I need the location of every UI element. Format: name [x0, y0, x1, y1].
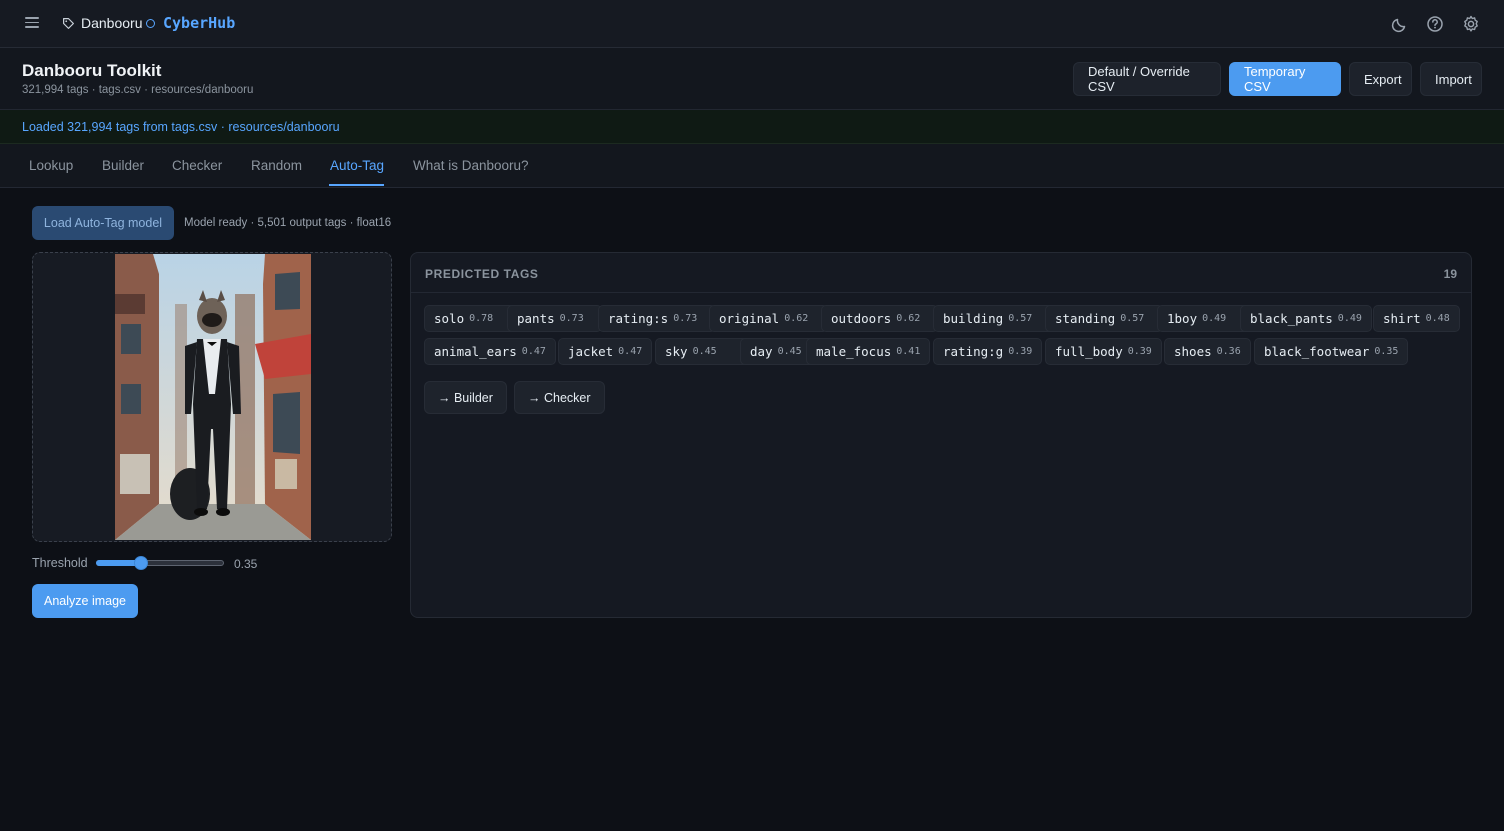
tag-chip-score: 0.41	[896, 346, 921, 357]
analyze-image-button[interactable]: Analyze image	[32, 584, 138, 618]
tag-chip[interactable]: original 0.62	[709, 305, 828, 332]
tag-chip-name: male_focus	[816, 344, 892, 359]
tag-chip-name: animal_ears	[434, 344, 517, 359]
tag-count-badge: 19	[1443, 267, 1457, 281]
tag-chip-score: 0.73	[559, 313, 584, 324]
tag-chip-name: outdoors	[831, 311, 892, 326]
import-button[interactable]: Import	[1420, 62, 1482, 96]
tag-chip[interactable]: shoes 0.36	[1164, 338, 1251, 365]
tag-chip-name: shoes	[1174, 344, 1212, 359]
tag-chip-score: 0.45	[777, 346, 802, 357]
tab-what-is-danbooru[interactable]: What is Danbooru?	[413, 158, 529, 173]
panel-header: PREDICTED TAGS 19	[411, 253, 1471, 293]
tag-chip[interactable]: building 0.57	[933, 305, 1056, 332]
tag-chip[interactable]: full_body 0.39	[1045, 338, 1162, 365]
tag-chip[interactable]: shirt 0.48	[1373, 305, 1460, 332]
tag-chip[interactable]: solo 0.78	[424, 305, 517, 332]
tag-chip-name: standing	[1055, 311, 1116, 326]
tag-chip[interactable]: black_pants 0.49	[1240, 305, 1372, 332]
tag-chip-name: jacket	[568, 344, 614, 359]
tag-chip-name: pants	[517, 311, 555, 326]
slider-handle[interactable]	[134, 556, 148, 570]
tag-chip[interactable]: pants 0.73	[507, 305, 602, 332]
brand-ring-icon	[146, 18, 155, 28]
breadcrumb[interactable]: Danbooru	[62, 15, 143, 31]
tag-chip[interactable]: animal_ears 0.47	[424, 338, 556, 365]
tag-chip-score: 0.49	[1337, 313, 1362, 324]
brand-label: CyberHub	[163, 14, 236, 32]
panel-title: PREDICTED TAGS	[425, 267, 539, 281]
default-override-csv-button[interactable]: Default / Override CSV	[1073, 62, 1221, 96]
tag-chip[interactable]: male_focus 0.41	[806, 338, 931, 365]
tag-chip-score: 0.47	[521, 346, 546, 357]
tag-chip-score: 0.49	[1202, 313, 1227, 324]
tag-chip[interactable]: black_footwear 0.35	[1254, 338, 1409, 365]
predicted-tags-panel: PREDICTED TAGS 19 solo 0.78 pants 0.73 ratin…	[410, 252, 1472, 618]
top-bar: Danbooru CyberHub	[0, 0, 1504, 48]
tag-chip-score: 0.39	[1127, 346, 1152, 357]
tag-chip-score: 0.45	[692, 346, 717, 357]
moon-icon[interactable]	[1390, 14, 1410, 34]
tag-chip-score: 0.62	[784, 313, 809, 324]
tag-chip-score: 0.47	[618, 346, 643, 357]
tag-chip-name: building	[943, 311, 1004, 326]
tab-builder[interactable]: Builder	[102, 158, 144, 173]
threshold-label: Threshold	[32, 556, 88, 570]
tag-chip-name: 1boy	[1167, 311, 1198, 326]
tag-chip[interactable]: 1boy 0.49	[1157, 305, 1250, 332]
tab-auto-tag[interactable]: Auto-Tag	[330, 158, 384, 173]
tag-chip[interactable]: standing 0.57	[1045, 305, 1163, 332]
tag-chip-score: 0.57	[1120, 313, 1145, 324]
page-header: Danbooru Toolkit 321,994 tags · tags.csv…	[0, 48, 1504, 110]
tag-chip[interactable]: sky 0.45	[655, 338, 750, 365]
page-subtitle: 321,994 tags · tags.csv · resources/danb…	[22, 84, 254, 96]
tag-chip-name: shirt	[1383, 311, 1421, 326]
tag-chip-score: 0.73	[673, 313, 698, 324]
export-button[interactable]: Export	[1349, 62, 1412, 96]
tag-chip-score: 0.78	[469, 313, 494, 324]
tag-chip-name: black_footwear	[1264, 344, 1370, 359]
tag-chip-score: 0.39	[1008, 346, 1033, 357]
tag-chip[interactable]: outdoors 0.62	[821, 305, 938, 332]
tag-chip-score: 0.35	[1374, 346, 1399, 357]
model-status: Model ready · 5,501 output tags · float1…	[184, 217, 392, 229]
active-tab-indicator	[329, 184, 384, 186]
tag-chip-name: full_body	[1055, 344, 1123, 359]
tag-chip-score: 0.57	[1008, 313, 1033, 324]
tag-chip-score: 0.48	[1425, 313, 1450, 324]
uploaded-image	[115, 254, 311, 540]
tag-chip-name: solo	[434, 311, 465, 326]
gear-icon[interactable]	[1461, 14, 1481, 34]
menu-icon[interactable]	[22, 14, 42, 34]
tab-checker[interactable]: Checker	[172, 158, 222, 173]
threshold-value: 0.35	[234, 557, 258, 571]
tag-chip-name: black_pants	[1250, 311, 1333, 326]
tag-chip-name: rating:g	[943, 344, 1004, 359]
tag-chip[interactable]: rating:s 0.73	[598, 305, 716, 332]
send-to-builder-button[interactable]: → Builder	[424, 381, 507, 414]
threshold-slider[interactable]	[96, 556, 224, 570]
load-autotag-model-button[interactable]: Load Auto-Tag model	[32, 206, 174, 240]
brand-link[interactable]: CyberHub	[146, 14, 235, 32]
page-title: Danbooru Toolkit	[22, 61, 162, 80]
tag-chip-score: 0.62	[896, 313, 921, 324]
help-icon[interactable]	[1425, 14, 1445, 34]
tab-random[interactable]: Random	[251, 158, 302, 173]
tag-icon	[63, 17, 74, 29]
tag-chip-name: rating:s	[608, 311, 669, 326]
tab-lookup[interactable]: Lookup	[29, 158, 73, 173]
tag-chip-score: 0.36	[1216, 346, 1241, 357]
tab-bar: Lookup Builder Checker Random Auto-Tag W…	[0, 144, 1504, 188]
status-banner: Loaded 321,994 tags from tags.csv · reso…	[0, 110, 1504, 144]
status-banner-text: Loaded 321,994 tags from tags.csv · reso…	[22, 120, 340, 134]
tag-chip[interactable]: rating:g 0.39	[933, 338, 1043, 365]
breadcrumb-label: Danbooru	[81, 15, 143, 31]
tag-chip[interactable]: jacket 0.47	[558, 338, 653, 365]
image-dropzone[interactable]	[32, 252, 392, 542]
tag-chip-name: original	[719, 311, 780, 326]
send-to-checker-button[interactable]: → Checker	[514, 381, 605, 414]
temporary-csv-button[interactable]: Temporary CSV	[1229, 62, 1341, 96]
tag-chip-name: day	[750, 344, 773, 359]
tag-chip-name: sky	[665, 344, 688, 359]
